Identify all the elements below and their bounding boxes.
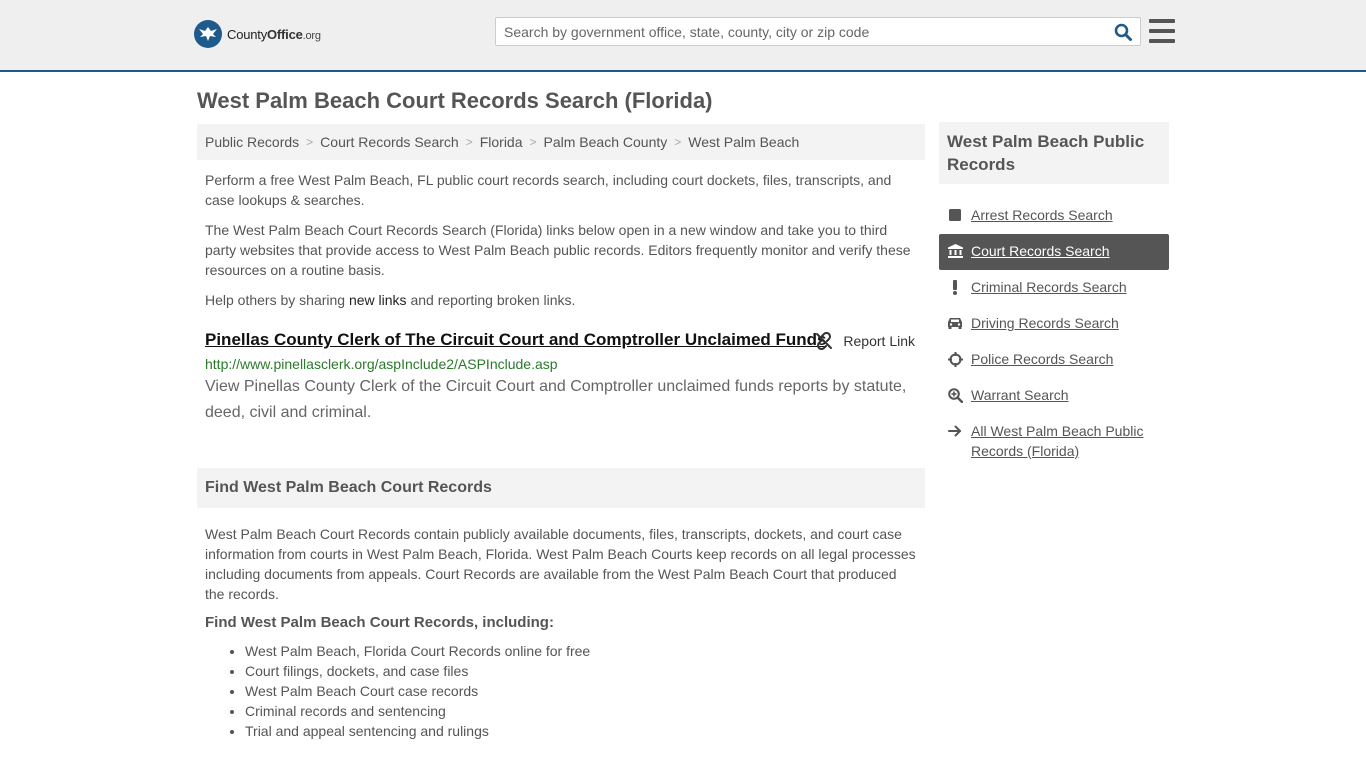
site-logo[interactable]: CountyOffice.org xyxy=(194,20,321,48)
find-section-list: West Palm Beach, Florida Court Records o… xyxy=(197,641,925,741)
sidebar-item-arrest-records[interactable]: Arrest Records Search xyxy=(939,198,1169,234)
sidebar-item-police-records[interactable]: Police Records Search xyxy=(939,342,1169,378)
square-icon xyxy=(947,205,963,225)
breadcrumb-west-palm-beach[interactable]: West Palm Beach xyxy=(688,134,799,150)
breadcrumb: Public Records > Court Records Search > … xyxy=(197,124,925,160)
report-link-label: Report Link xyxy=(843,333,915,349)
sidebar-item-court-records[interactable]: Court Records Search xyxy=(939,234,1169,270)
sidebar-item-driving-records[interactable]: Driving Records Search xyxy=(939,306,1169,342)
search-icon xyxy=(1114,23,1132,41)
logo-wordmark: CountyOffice.org xyxy=(227,27,321,42)
exclamation-icon xyxy=(947,277,963,297)
sidebar-item-warrant-search[interactable]: Warrant Search xyxy=(939,378,1169,414)
logo-brand-office: Office xyxy=(267,26,303,42)
chevron-right-icon: > xyxy=(674,135,682,149)
breadcrumb-florida[interactable]: Florida xyxy=(480,134,523,150)
sidebar-item-label[interactable]: Court Records Search xyxy=(971,241,1110,261)
share-text-after: and reporting broken links. xyxy=(406,292,576,308)
courthouse-icon xyxy=(947,241,963,261)
breadcrumb-public-records[interactable]: Public Records xyxy=(205,134,299,150)
breadcrumb-palm-beach-county[interactable]: Palm Beach County xyxy=(544,134,668,150)
result-item: Pinellas County Clerk of The Circuit Cou… xyxy=(197,330,925,426)
result-description: View Pinellas County Clerk of the Circui… xyxy=(205,378,907,421)
broken-link-icon xyxy=(815,332,833,350)
page-title: West Palm Beach Court Records Search (Fl… xyxy=(197,88,713,113)
list-item: Criminal records and sentencing xyxy=(245,701,925,721)
breadcrumb-court-records-search[interactable]: Court Records Search xyxy=(320,134,459,150)
sidebar-item-label[interactable]: All West Palm Beach Public Records (Flor… xyxy=(971,421,1161,461)
sidebar-item-criminal-records[interactable]: Criminal Records Search xyxy=(939,270,1169,306)
logo-brand-county: County xyxy=(227,26,267,42)
sidebar-heading: West Palm Beach Public Records xyxy=(939,122,1169,184)
find-section-paragraph: West Palm Beach Court Records contain pu… xyxy=(205,526,916,602)
chevron-right-icon: > xyxy=(306,135,314,149)
arrow-right-icon xyxy=(947,421,963,441)
site-header: CountyOffice.org xyxy=(0,0,1366,72)
logo-tld: .org xyxy=(302,29,321,42)
car-icon xyxy=(947,313,963,333)
hamburger-menu-icon[interactable] xyxy=(1149,19,1175,43)
sidebar-item-label[interactable]: Criminal Records Search xyxy=(971,277,1127,297)
sidebar-item-label[interactable]: Police Records Search xyxy=(971,349,1113,369)
sidebar-item-label[interactable]: Arrest Records Search xyxy=(971,205,1113,225)
eagle-logo-icon xyxy=(194,20,222,48)
sidebar-item-all-public-records[interactable]: All West Palm Beach Public Records (Flor… xyxy=(939,414,1169,470)
search-plus-icon xyxy=(947,385,963,405)
sidebar-list: Arrest Records Search Court Records Sear… xyxy=(939,198,1169,470)
search-input[interactable] xyxy=(496,18,1106,45)
list-item: West Palm Beach, Florida Court Records o… xyxy=(245,641,925,661)
chevron-right-icon: > xyxy=(529,135,537,149)
find-section-heading: Find West Palm Beach Court Records xyxy=(197,468,925,508)
search-bar xyxy=(495,17,1141,46)
intro-paragraph-3: Help others by sharing new links and rep… xyxy=(197,290,925,310)
main-content: Public Records > Court Records Search > … xyxy=(197,124,925,741)
list-item: Court filings, dockets, and case files xyxy=(245,661,925,681)
chevron-right-icon: > xyxy=(465,135,473,149)
sidebar-item-label[interactable]: Driving Records Search xyxy=(971,313,1119,333)
report-link-button[interactable]: Report Link xyxy=(815,332,915,350)
list-item: Trial and appeal sentencing and rulings xyxy=(245,721,925,741)
sidebar-item-label[interactable]: Warrant Search xyxy=(971,385,1069,405)
search-button[interactable] xyxy=(1106,18,1140,45)
crosshair-icon xyxy=(947,349,963,369)
intro-paragraph-2: The West Palm Beach Court Records Search… xyxy=(205,222,911,278)
find-section-subheading: Find West Palm Beach Court Records, incl… xyxy=(205,614,554,631)
result-url: http://www.pinellasclerk.org/aspInclude2… xyxy=(205,356,558,372)
intro-paragraph-1: Perform a free West Palm Beach, FL publi… xyxy=(205,172,892,208)
share-text-before: Help others by sharing xyxy=(205,292,349,308)
list-item: West Palm Beach Court case records xyxy=(245,681,925,701)
new-links-link[interactable]: new links xyxy=(349,292,407,308)
result-title-link[interactable]: Pinellas County Clerk of The Circuit Cou… xyxy=(205,330,827,350)
sidebar: West Palm Beach Public Records Arrest Re… xyxy=(939,122,1169,470)
